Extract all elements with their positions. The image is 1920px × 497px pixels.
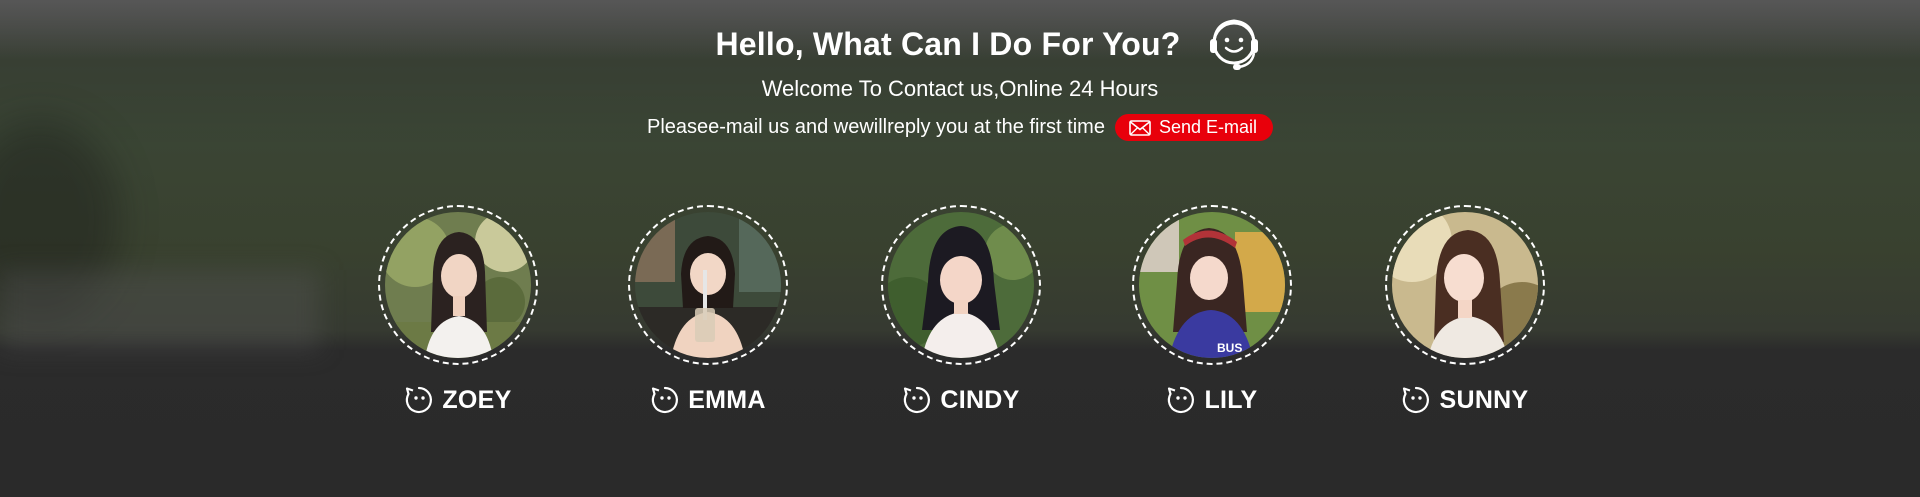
avatar [635, 212, 781, 358]
avatar-ring[interactable]: BUS [1132, 205, 1292, 365]
title-row: Hello, What Can I Do For You? [60, 19, 1920, 70]
email-prompt: Pleasee-mail us and wewillreply you at t… [646, 116, 1105, 138]
chat-face-icon [1166, 385, 1196, 415]
member-name-row[interactable]: CINDY [876, 385, 1046, 415]
contact-header: Hello, What Can I Do For You? Welcome To… [0, 19, 1920, 141]
member-card-sunny: SUNNY [1380, 205, 1550, 415]
member-name: ZOEY [442, 385, 512, 414]
avatar [385, 212, 531, 358]
member-card-lily: BUS LILY [1127, 205, 1297, 415]
member-card-emma: EMMA [623, 205, 793, 415]
member-name: CINDY [940, 385, 1020, 414]
team-members: ZOEY EMMA CINDY BUS LILY SUNNY [0, 205, 1920, 445]
page-title: Hello, What Can I Do For You? [715, 25, 1181, 62]
avatar: BUS [1139, 212, 1285, 358]
member-name-row[interactable]: EMMA [623, 385, 793, 415]
avatar [888, 212, 1034, 358]
chat-face-icon [404, 385, 434, 415]
member-name-row[interactable]: SUNNY [1380, 385, 1550, 415]
avatar-ring[interactable] [628, 205, 788, 365]
member-card-zoey: ZOEY [373, 205, 543, 415]
mail-icon [1129, 119, 1151, 136]
send-email-button[interactable]: Send E-mail [1114, 114, 1273, 141]
chat-face-icon [650, 385, 680, 415]
subtitle: Welcome To Contact us,Online 24 Hours [761, 76, 1159, 101]
member-card-cindy: CINDY [876, 205, 1046, 415]
member-name: EMMA [688, 385, 766, 414]
chat-face-icon [902, 385, 932, 415]
avatar-ring[interactable] [1385, 205, 1545, 365]
member-name-row[interactable]: LILY [1127, 385, 1297, 415]
customer-service-headset-icon [1205, 15, 1265, 73]
chat-face-icon [1401, 385, 1431, 415]
avatar-ring[interactable] [378, 205, 538, 365]
member-name-row[interactable]: ZOEY [373, 385, 543, 415]
member-name: LILY [1204, 385, 1258, 414]
send-email-label: Send E-mail [1158, 117, 1257, 137]
email-row: Pleasee-mail us and wewillreply you at t… [0, 114, 1920, 141]
avatar-ring[interactable] [881, 205, 1041, 365]
svg-text:BUS: BUS [1217, 341, 1242, 355]
member-name: SUNNY [1439, 385, 1529, 414]
avatar [1392, 212, 1538, 358]
